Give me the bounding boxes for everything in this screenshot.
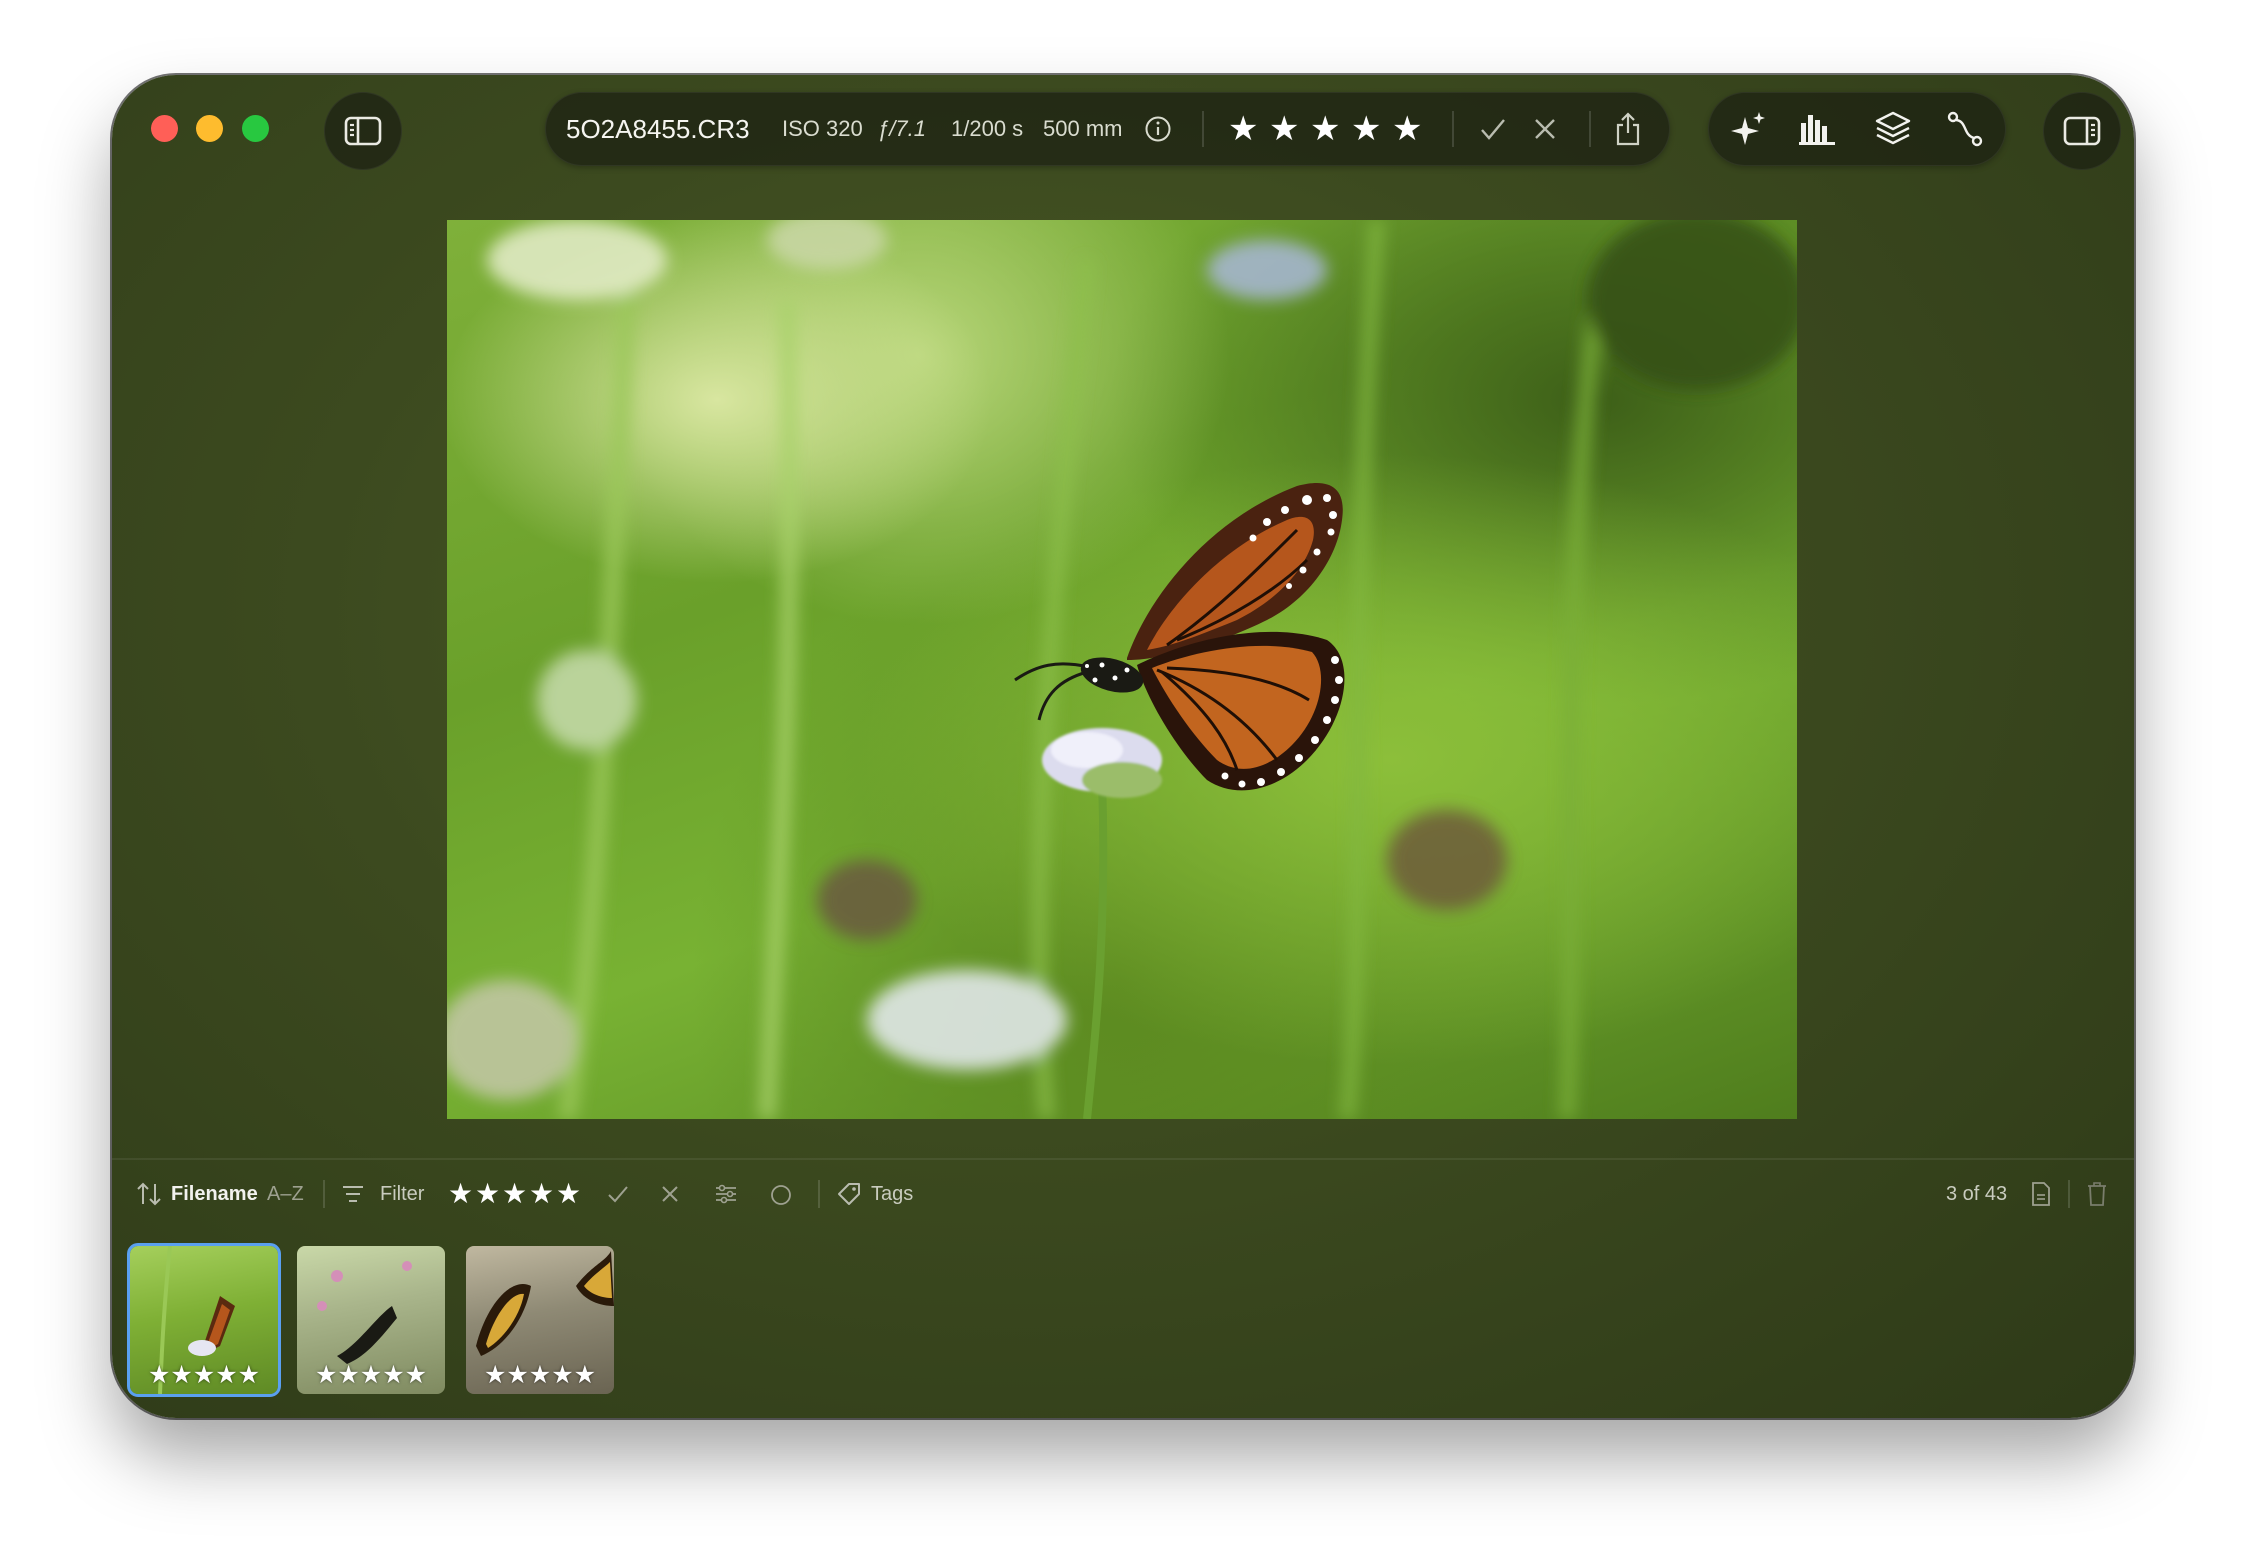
shutter-value: 1/200 s xyxy=(951,116,1024,141)
rating-star-3[interactable]: ★ xyxy=(1310,93,1340,165)
checkmark-icon[interactable] xyxy=(1478,115,1508,143)
rating-star-2[interactable]: ★ xyxy=(1269,93,1299,165)
tag-icon[interactable] xyxy=(836,1181,862,1207)
filter-star-2[interactable]: ★ xyxy=(475,1176,500,1212)
sparkle-icon[interactable] xyxy=(1729,109,1769,149)
minimize-button[interactable] xyxy=(196,115,223,142)
iso-value: ISO 320 xyxy=(782,116,863,141)
circle-icon[interactable] xyxy=(769,1183,793,1207)
thumbnail[interactable]: ★★★★★ xyxy=(127,1243,281,1397)
butterfly-photo xyxy=(447,220,1797,1119)
separator xyxy=(1589,111,1591,147)
tags-label[interactable]: Tags xyxy=(871,1176,913,1212)
separator xyxy=(323,1180,325,1208)
separator xyxy=(1202,111,1204,147)
sort-icon[interactable] xyxy=(136,1181,162,1207)
position-counter: 3 of 43 xyxy=(1946,1183,2008,1205)
separator xyxy=(2068,1180,2070,1208)
separator xyxy=(818,1180,820,1208)
filter-star-4[interactable]: ★ xyxy=(529,1176,554,1212)
file-name: 5O2A8455.CR3 xyxy=(566,114,750,144)
layers-icon[interactable] xyxy=(1873,109,1913,149)
x-icon[interactable] xyxy=(660,1184,680,1204)
info-toolbar: 5O2A8455.CR3 ISO 320 ƒ/7.1 1/200 s 500 m… xyxy=(545,92,1670,166)
aperture-value: ƒ/7.1 xyxy=(877,116,926,141)
filter-star-3[interactable]: ★ xyxy=(502,1176,527,1212)
thumbnail-rating: ★★★★★ xyxy=(314,1361,428,1389)
separator xyxy=(1452,111,1454,147)
filter-label[interactable]: Filter xyxy=(380,1176,424,1212)
file-info-icon[interactable] xyxy=(2030,1181,2052,1207)
thumbnail[interactable]: ★★★★★ xyxy=(466,1246,614,1394)
adjustments-icon[interactable] xyxy=(714,1183,738,1205)
thumbnail-rating: ★★★★★ xyxy=(483,1361,597,1389)
tools-toolbar xyxy=(1708,92,2006,166)
close-button[interactable] xyxy=(151,115,178,142)
inspector-toggle-button[interactable] xyxy=(2043,92,2121,170)
filter-star-5[interactable]: ★ xyxy=(556,1176,581,1212)
thumbnail[interactable]: ★★★★★ xyxy=(297,1246,445,1394)
filter-icon[interactable] xyxy=(341,1183,365,1205)
focal-length-value: 500 mm xyxy=(1043,116,1123,141)
x-icon[interactable] xyxy=(1532,116,1558,142)
checkmark-icon[interactable] xyxy=(606,1183,630,1205)
rating-star-4[interactable]: ★ xyxy=(1351,93,1381,165)
share-icon[interactable] xyxy=(1613,111,1643,147)
photo-preview[interactable] xyxy=(447,220,1797,1119)
sidebar-left-icon xyxy=(344,116,382,146)
sidebar-toggle-button[interactable] xyxy=(324,92,402,170)
rating-star-5[interactable]: ★ xyxy=(1392,93,1422,165)
curve-icon[interactable] xyxy=(1945,109,1985,149)
info-icon[interactable] xyxy=(1144,115,1172,143)
rating-star-1[interactable]: ★ xyxy=(1228,93,1258,165)
sort-label[interactable]: Filename xyxy=(171,1176,258,1212)
sort-order[interactable]: A–Z xyxy=(267,1176,304,1212)
thumbnail-rating: ★★★★★ xyxy=(147,1361,261,1389)
trash-icon[interactable] xyxy=(2086,1181,2108,1207)
bottom-divider xyxy=(112,1158,2134,1160)
histogram-icon[interactable] xyxy=(1797,111,1837,147)
zoom-button[interactable] xyxy=(242,115,269,142)
sidebar-right-icon xyxy=(2063,116,2101,146)
filter-star-1[interactable]: ★ xyxy=(448,1176,473,1212)
